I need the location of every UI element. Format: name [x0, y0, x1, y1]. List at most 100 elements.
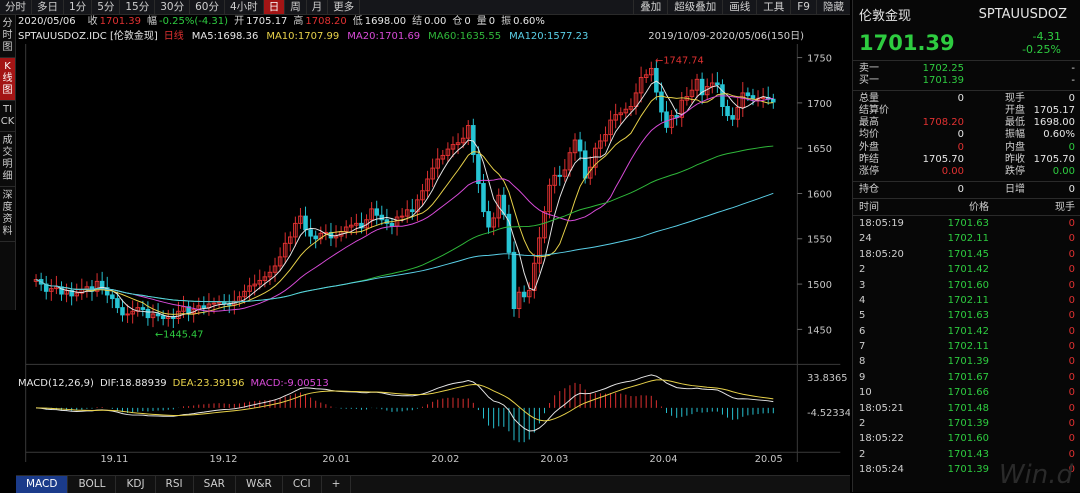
symbol-label: SPTAUUSDOZ.IDC [伦敦金现]	[18, 31, 158, 42]
tick-price: 1701.63	[947, 310, 989, 322]
ma-legend-1: MA10:1707.99	[266, 31, 340, 42]
toolbar-button-1[interactable]: 超级叠加	[667, 0, 722, 14]
toolbar-button-4[interactable]: F9	[790, 0, 816, 14]
tick-time: 5	[859, 310, 866, 322]
macd-legend: MACD(12,26,9) DIF:18.88939 DEA:23.39196 MAC…	[18, 378, 335, 389]
quote-label-0: 收	[87, 16, 98, 27]
candle-body	[486, 211, 491, 228]
candle-body	[145, 308, 151, 319]
tick-time: 7	[859, 341, 866, 353]
sidebar-item-0[interactable]: 分时图	[0, 15, 15, 58]
stat-value	[909, 105, 964, 117]
sidebar-item-4[interactable]: 深度资料	[0, 187, 15, 242]
macd-legend-2: DEA:23.39196	[172, 378, 245, 389]
period-tab-6[interactable]: 60分	[190, 0, 225, 14]
tick-row: 18:05:19 1701.63 0	[853, 216, 1080, 231]
date-range-label: 2019/10/09-2020/05/06(150日)	[648, 31, 804, 42]
x-axis-label: 20.02	[431, 454, 459, 464]
candle-body	[557, 174, 563, 177]
stat-label: 昨结	[859, 154, 879, 166]
toolbar-button-3[interactable]: 工具	[756, 0, 790, 14]
quote-value-7: 0	[488, 16, 496, 27]
price-tick-label: 1750	[807, 53, 832, 64]
price-change: -4.31	[1032, 30, 1061, 43]
tick-row: 2 1701.39 0	[853, 416, 1080, 431]
tick-price: 1701.45	[947, 248, 989, 260]
period-tab-4[interactable]: 15分	[120, 0, 156, 14]
stat-label: 日增	[1005, 183, 1025, 195]
x-axis-label: 20.01	[322, 454, 350, 464]
indicator-tab-2[interactable]: KDJ	[116, 476, 156, 493]
quote-value-6: 0	[464, 16, 471, 27]
stat-label: 持仓	[859, 183, 879, 195]
stat-value: 0	[957, 92, 964, 104]
stat-label: 昨收	[1005, 154, 1025, 166]
candle-body	[664, 111, 669, 128]
candle-body	[379, 214, 385, 221]
tick-header: 时间 价格 现手	[853, 201, 1080, 216]
stat-label: 开盘	[1005, 104, 1025, 116]
candle-body	[715, 82, 720, 86]
tick-volume: 0	[1068, 418, 1075, 430]
indicator-tab-5[interactable]: W&R	[236, 476, 283, 493]
ma-line-ma120	[35, 192, 774, 303]
sidebar-item-1[interactable]: K线图	[0, 58, 15, 101]
tick-price: 1701.60	[947, 433, 989, 445]
period-tab-0[interactable]: 分时	[0, 0, 32, 14]
candle-body	[308, 229, 313, 237]
indicator-tab-0[interactable]: MACD	[16, 476, 69, 493]
tick-volume: 0	[1068, 371, 1075, 383]
x-axis-label: 20.03	[540, 454, 568, 464]
instrument-code: SPTAUUSDOZ	[978, 6, 1067, 22]
tick-row: 6 1701.42 0	[853, 324, 1080, 339]
candle-body	[216, 301, 222, 304]
stat-value: 0.60%	[1043, 129, 1075, 141]
tick-volume: 0	[1068, 433, 1075, 445]
sell-one-row: 卖一 1702.25 -	[859, 63, 1075, 74]
ma-legend-0: MA5:1698.36	[191, 31, 259, 42]
stats-row-1: 结算价 开盘 1705.17	[853, 105, 1080, 117]
stat-label: 均价	[859, 129, 879, 141]
candle-body	[110, 294, 115, 300]
indicator-tab-4[interactable]: SAR	[194, 476, 236, 493]
period-tab-11[interactable]: 更多	[328, 0, 361, 14]
indicator-tab-1[interactable]: BOLL	[68, 476, 117, 493]
stats-table: 总量 0 现手 0 结算价 开盘 1705.17 最高 1708.20 最低 1698.00 均价 0 振…	[853, 93, 1080, 196]
sidebar-item-2[interactable]: TICK	[0, 101, 15, 132]
stat-value: 0	[957, 183, 964, 195]
indicator-tab-6[interactable]: CCI	[283, 476, 322, 493]
tick-price: 1701.66	[947, 387, 989, 399]
quote-value-4: 1698.00	[364, 16, 407, 27]
sidebar-item-3[interactable]: 成交明细	[0, 132, 15, 187]
tick-price: 1702.11	[947, 341, 989, 353]
toolbar-button-5[interactable]: 隐藏	[816, 0, 850, 14]
indicator-tab-7[interactable]: +	[322, 476, 352, 493]
toolbar-button-0[interactable]: 叠加	[633, 0, 667, 14]
period-tab-7[interactable]: 4小时	[225, 0, 264, 14]
period-tab-2[interactable]: 1分	[64, 0, 93, 14]
quote-label-8: 振	[501, 16, 512, 27]
tick-price: 1702.11	[947, 233, 989, 245]
candle-body	[725, 106, 730, 117]
stat-label: 结算价	[859, 104, 889, 116]
indicator-tab-3[interactable]: RSI	[156, 476, 194, 493]
candle-body	[476, 154, 481, 185]
candlestick-chart[interactable]: 1750 1700 1650 1600 1550 1500 1450 19.11 19.12 20…	[16, 44, 850, 464]
tick-list[interactable]: 18:05:19 1701.63 0 24 1702.11 0 18:05:20 1701.4…	[853, 216, 1080, 478]
period-tab-8[interactable]: 日	[263, 0, 286, 14]
period-toolbar: 分时 多日 1分 5分 15分 30分 60分 4小时日周月更多 叠加 超级叠加 画线 工具 F9 隐藏	[0, 0, 850, 15]
quote-label-7: 量	[476, 16, 487, 27]
period-tab-3[interactable]: 5分	[92, 0, 121, 14]
period-tab-5[interactable]: 30分	[155, 0, 191, 14]
ma-line-ma10	[35, 93, 774, 315]
period-tab-10[interactable]: 月	[307, 0, 329, 14]
candle-body	[481, 183, 486, 213]
period-tab-9[interactable]: 周	[285, 0, 307, 14]
period-tab-1[interactable]: 多日	[32, 0, 64, 14]
toolbar-button-2[interactable]: 画线	[722, 0, 756, 14]
candle-body	[471, 125, 476, 156]
price-tick-label: 1450	[807, 325, 832, 336]
tick-price: 1701.63	[947, 217, 989, 229]
tick-volume: 0	[1068, 233, 1075, 245]
tick-volume: 0	[1068, 279, 1075, 291]
